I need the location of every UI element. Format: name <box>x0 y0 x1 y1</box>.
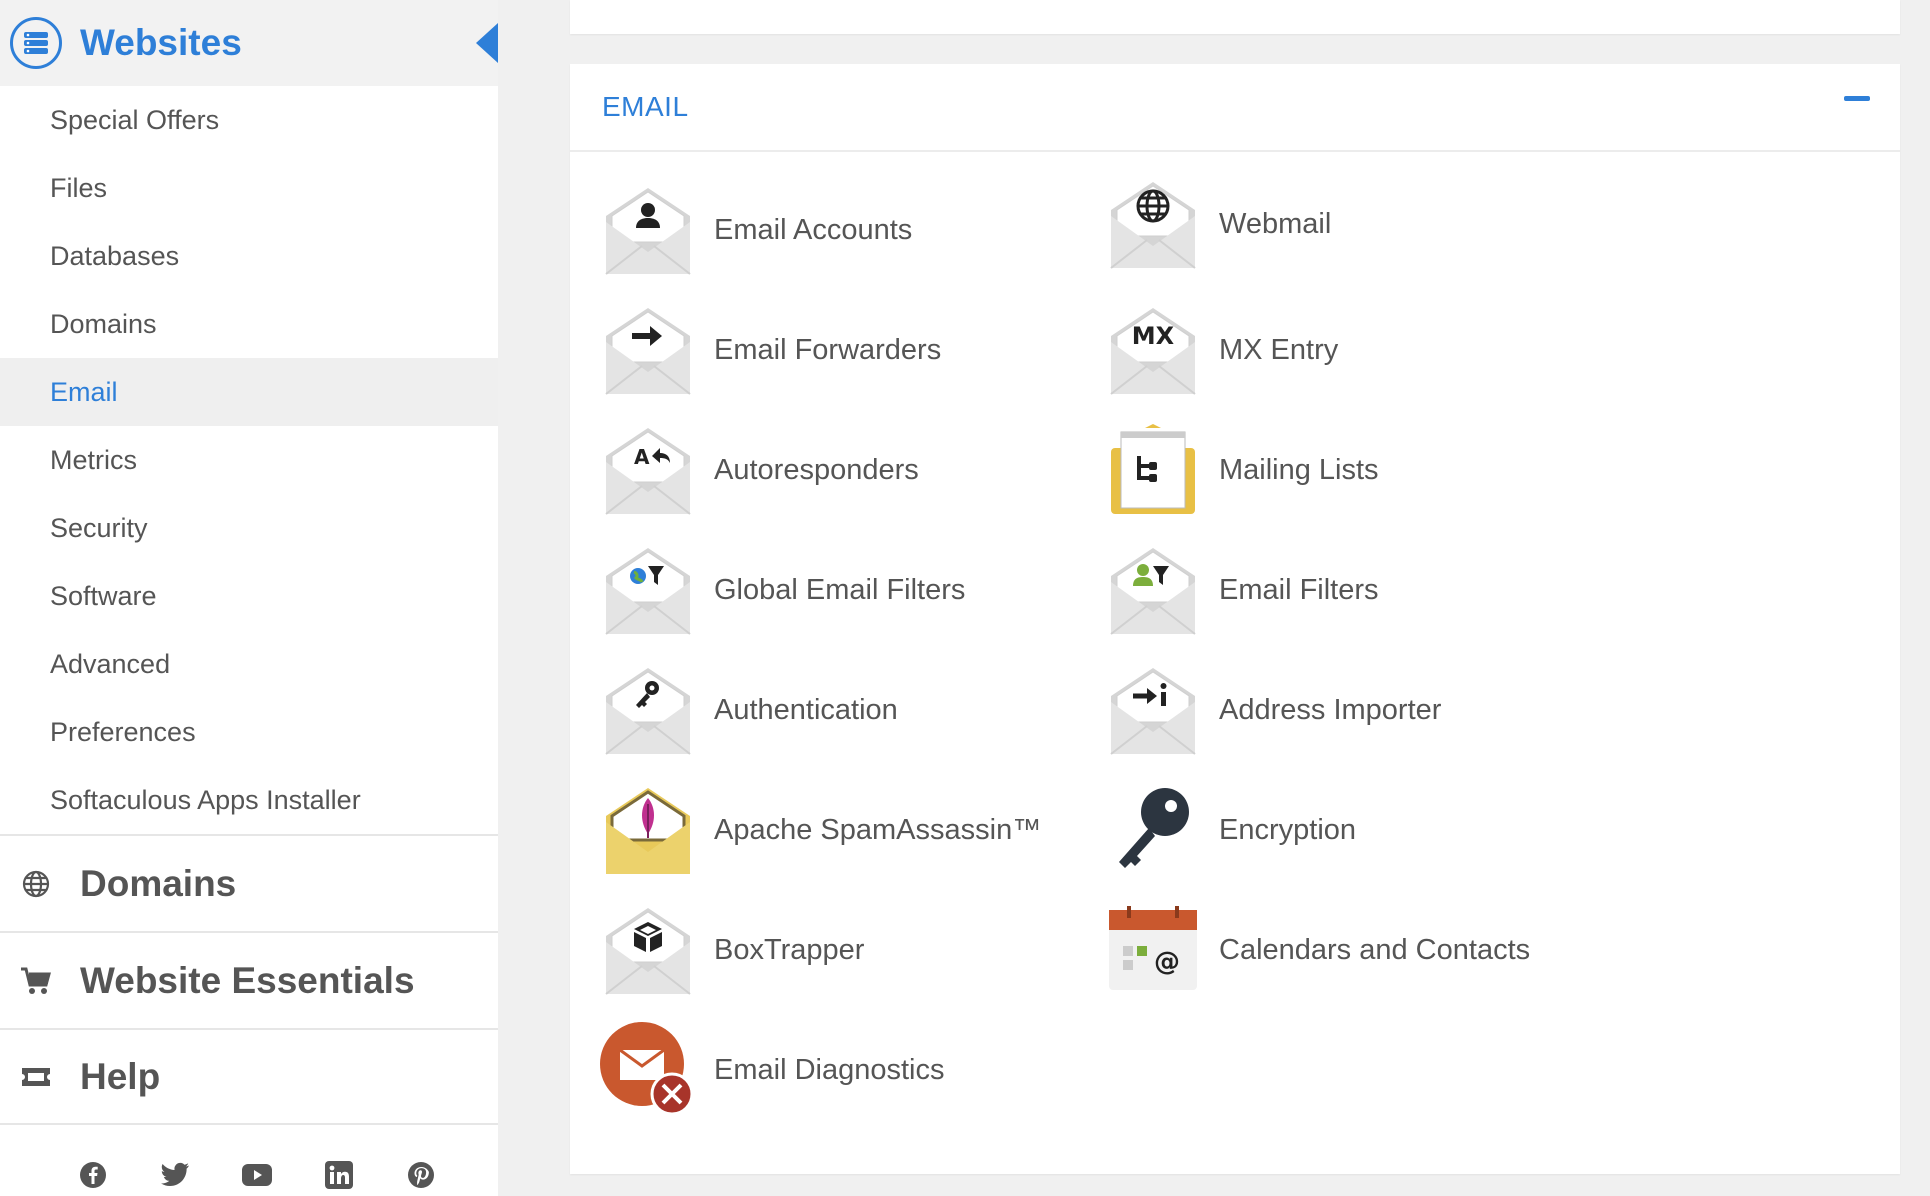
sidebar-section-domains[interactable]: Domains <box>0 834 498 931</box>
item-label: Global Email Filters <box>714 573 966 606</box>
youtube-icon[interactable] <box>242 1160 272 1190</box>
sidebar-item-domains[interactable]: Domains <box>0 290 498 358</box>
item-label: Mailing Lists <box>1219 453 1379 486</box>
item-label: Apache SpamAssassin™ <box>714 813 1042 846</box>
authentication-item[interactable]: Authentication <box>600 662 898 758</box>
calendars-contacts-icon: @ <box>1109 906 1197 990</box>
address-importer-item[interactable]: Address Importer <box>1105 662 1441 758</box>
sidebar-item-preferences[interactable]: Preferences <box>0 698 498 766</box>
email-panel: EMAIL Email Accounts Email Forwarders A … <box>570 64 1900 1174</box>
ticket-icon <box>20 1061 52 1093</box>
social-links <box>0 1160 498 1190</box>
email-forwarders-icon <box>605 307 691 395</box>
email-diagnostics-item[interactable]: Email Diagnostics <box>600 1022 944 1118</box>
sidebar-item-files[interactable]: Files <box>0 154 498 222</box>
sidebar-section-label: Website Essentials <box>80 959 415 1001</box>
item-label: Email Forwarders <box>714 333 942 366</box>
item-label: Calendars and Contacts <box>1219 933 1531 966</box>
authentication-icon <box>605 667 691 755</box>
item-label: Email Filters <box>1219 573 1379 606</box>
sidebar-section-label: Help <box>80 1055 161 1097</box>
item-label: Autoresponders <box>714 453 919 486</box>
globe-icon <box>20 868 52 900</box>
sidebar-item-softaculous[interactable]: Softaculous Apps Installer <box>0 766 498 834</box>
mx-entry-icon: MX <box>1110 307 1196 395</box>
previous-panel <box>570 0 1900 34</box>
sidebar-title: Websites <box>80 22 242 63</box>
autoresponders-item[interactable]: A Autoresponders <box>600 422 919 518</box>
encryption-icon <box>1119 788 1189 868</box>
sidebar-item-security[interactable]: Security <box>0 494 498 562</box>
sidebar-menu: Special Offers Files Databases Domains E… <box>0 86 498 834</box>
boxtrapper-icon <box>605 907 691 995</box>
sidebar-item-metrics[interactable]: Metrics <box>0 426 498 494</box>
svg-text:A: A <box>634 445 650 469</box>
sidebar-item-databases[interactable]: Databases <box>0 222 498 290</box>
sidebar-section-label: Domains <box>80 862 237 904</box>
item-label: Email Diagnostics <box>714 1053 945 1086</box>
global-email-filters-icon <box>605 547 691 635</box>
sidebar: Websites Special Offers Files Databases … <box>0 0 498 1196</box>
autoresponders-icon: A <box>605 427 691 515</box>
sidebar-item-advanced[interactable]: Advanced <box>0 630 498 698</box>
email-filters-icon <box>1110 547 1196 635</box>
email-diagnostics-icon <box>600 1022 694 1116</box>
item-label: Encryption <box>1219 813 1357 846</box>
collapse-minus-icon[interactable] <box>1844 96 1870 101</box>
svg-text:MX: MX <box>1132 322 1175 350</box>
twitter-icon[interactable] <box>160 1160 190 1190</box>
item-label: Address Importer <box>1219 693 1442 726</box>
item-label: Authentication <box>714 693 898 726</box>
spamassassin-icon <box>606 788 690 874</box>
webmail-icon <box>1110 181 1196 269</box>
facebook-icon[interactable] <box>78 1160 108 1190</box>
item-label: Email Accounts <box>714 213 913 246</box>
item-label: Webmail <box>1219 207 1332 240</box>
spamassassin-item[interactable]: Apache SpamAssassin™ <box>600 782 1041 878</box>
mailing-lists-item[interactable]: Mailing Lists <box>1105 422 1379 518</box>
webmail-item[interactable]: Webmail <box>1105 176 1331 272</box>
mx-entry-item[interactable]: MX MX Entry <box>1105 302 1338 398</box>
address-importer-icon <box>1110 667 1196 755</box>
boxtrapper-item[interactable]: BoxTrapper <box>600 902 864 998</box>
collapse-arrow-icon[interactable] <box>476 23 498 63</box>
sidebar-item-email[interactable]: Email <box>0 358 498 426</box>
item-label: MX Entry <box>1219 333 1339 366</box>
email-filters-item[interactable]: Email Filters <box>1105 542 1379 638</box>
sidebar-section-help[interactable]: Help <box>0 1028 498 1125</box>
linkedin-icon[interactable] <box>324 1160 354 1190</box>
panel-title: EMAIL <box>602 91 689 122</box>
email-forwarders-item[interactable]: Email Forwarders <box>600 302 941 398</box>
calendars-contacts-item[interactable]: @ Calendars and Contacts <box>1105 902 1530 998</box>
sidebar-section-website-essentials[interactable]: Website Essentials <box>0 931 498 1028</box>
mailing-lists-icon <box>1111 424 1195 514</box>
email-accounts-icon <box>605 187 691 275</box>
cart-icon <box>20 965 52 997</box>
pinterest-icon[interactable] <box>406 1160 436 1190</box>
email-accounts-item[interactable]: Email Accounts <box>600 182 912 278</box>
encryption-item[interactable]: Encryption <box>1105 782 1356 878</box>
sidebar-item-special-offers[interactable]: Special Offers <box>0 86 498 154</box>
sidebar-header[interactable]: Websites <box>0 0 498 86</box>
item-label: BoxTrapper <box>714 933 865 966</box>
email-panel-header[interactable]: EMAIL <box>570 64 1900 152</box>
global-email-filters-item[interactable]: Global Email Filters <box>600 542 965 638</box>
svg-text:@: @ <box>1154 947 1180 977</box>
server-icon <box>10 17 62 69</box>
sidebar-item-software[interactable]: Software <box>0 562 498 630</box>
